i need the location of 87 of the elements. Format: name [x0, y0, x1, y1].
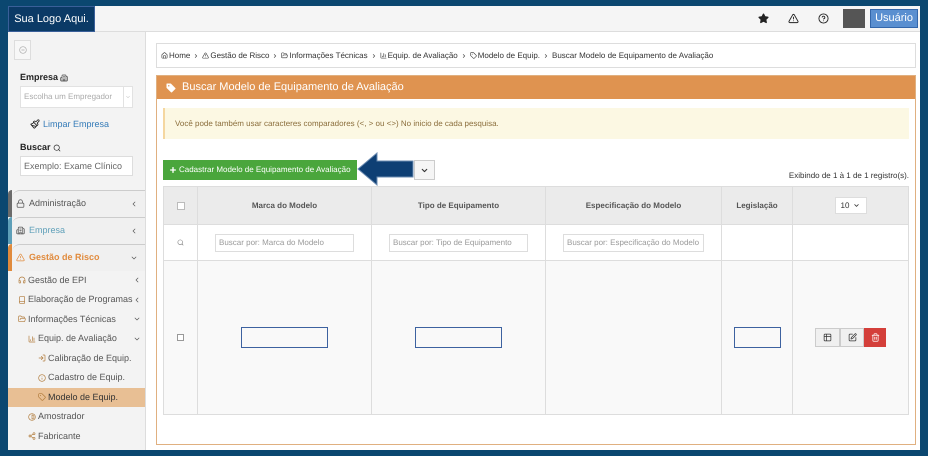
help-icon[interactable] — [818, 13, 830, 24]
menu-item-icon — [18, 276, 26, 284]
menu-item[interactable]: Gestão de EPI — [8, 270, 145, 290]
dropdown-toggle-button[interactable] — [414, 160, 435, 180]
menu-item[interactable]: Informações Técnicas — [8, 310, 145, 329]
tag-icon — [165, 82, 177, 94]
panel-title: Buscar Modelo de Equipamento de Avaliação — [182, 80, 404, 96]
breadcrumb-link[interactable]: Informações Técnicas — [289, 50, 368, 62]
edit-button[interactable] — [840, 328, 864, 347]
brush-icon — [30, 119, 40, 130]
search-icon — [177, 239, 184, 246]
menu-section-label: Administração — [29, 196, 88, 210]
select-placeholder: Escolha um Empregador — [24, 90, 114, 102]
menu-item[interactable]: Fabricante — [8, 426, 145, 446]
info-alert: Você pode também usar caracteres comparadores (<, > ou <>) No inicio de cada pesquisa. — [163, 108, 909, 139]
menu-item-icon — [28, 334, 36, 343]
records-info: Exibindo de 1 à 1 de 1 registro(s). — [788, 170, 909, 182]
menu-item-label: Equip. de Avaliação — [38, 332, 118, 345]
filter-field[interactable]: Buscar por: Marca do Modelo — [215, 234, 354, 252]
menu-item[interactable]: Calibração de Equip. — [8, 348, 145, 368]
menu-item-icon — [18, 315, 26, 324]
menu-item-label: Informações Técnicas — [28, 312, 117, 326]
avatar-photo-placeholder — [843, 9, 866, 28]
breadcrumb-link[interactable]: Modelo de Equip. — [478, 50, 540, 62]
breadcrumb-separator-icon — [370, 52, 377, 58]
trash-icon — [870, 333, 880, 342]
row-checkbox[interactable] — [177, 334, 184, 341]
page-size-select[interactable]: 10 — [834, 197, 866, 214]
arrow-annotation — [356, 152, 414, 186]
breadcrumb-separator-icon — [272, 52, 278, 58]
menu-item-icon — [28, 432, 36, 440]
breadcrumb-icon — [281, 52, 288, 59]
menu-item[interactable]: Elaboração de Programas — [8, 290, 145, 310]
menu-item-label: Fabricante — [38, 430, 82, 442]
menu-item-icon — [28, 412, 36, 421]
menu-item-label: Calibração de Equip. — [48, 352, 133, 365]
menu-item-icon — [38, 393, 46, 402]
breadcrumb-separator-icon — [543, 52, 549, 58]
menu-item[interactable]: Modelo de Equip. — [8, 388, 145, 407]
breadcrumb-link[interactable]: Equip. de Avaliação — [388, 50, 458, 62]
menu-item-icon — [38, 374, 46, 382]
menu-item-label: Modelo de Equip. — [48, 390, 120, 404]
company-label: Empresa — [20, 71, 58, 84]
collapse-icon — [18, 46, 26, 54]
breadcrumb-icon — [470, 52, 477, 59]
menu-item-label: Cadastro de Equip. — [48, 371, 126, 384]
menu-item[interactable]: Equip. de Avaliação — [8, 329, 145, 348]
logo: Sua Logo Aqui. — [8, 6, 95, 32]
star-icon[interactable] — [758, 13, 770, 24]
column-header: Tipo de Equipamento — [372, 186, 546, 224]
menu-item-icon — [38, 354, 46, 362]
filter-field[interactable]: Buscar por: Tipo de Equipamento — [389, 234, 528, 252]
plus-icon — [169, 166, 177, 174]
section-icon — [16, 226, 25, 235]
sidebar-toggle-button[interactable] — [14, 40, 31, 60]
breadcrumb-link[interactable]: Gestão de Risco — [210, 50, 270, 62]
menu-item-label: Amostrador — [38, 410, 86, 423]
breadcrumb-link[interactable]: Home — [169, 50, 190, 62]
search-icon — [52, 144, 61, 152]
building-icon — [60, 74, 68, 82]
view-button[interactable] — [815, 328, 840, 347]
search-field[interactable]: Exemplo: Exame Clínico — [20, 156, 133, 176]
breadcrumb-icon — [380, 52, 387, 59]
menu-item[interactable]: Cadastro de Equip. — [8, 368, 145, 388]
menu-item-icon — [18, 296, 26, 304]
clear-company-link[interactable]: Limpar Empresa — [43, 118, 110, 131]
breadcrumb-icon — [202, 52, 210, 59]
delete-button[interactable] — [864, 328, 886, 347]
search-label: Buscar — [20, 141, 51, 154]
warning-icon[interactable] — [788, 13, 800, 24]
menu-section-label: Gestão de Risco — [29, 250, 101, 264]
breadcrumb-icon — [161, 52, 168, 59]
breadcrumb-separator-icon — [193, 52, 200, 58]
filter-field[interactable]: Buscar por: Especificação do Modelo — [563, 234, 704, 252]
section-icon — [16, 253, 25, 262]
column-header: Marca do Modelo — [198, 186, 372, 224]
select-all-checkbox[interactable] — [176, 202, 184, 210]
section-icon — [16, 199, 25, 208]
column-header: Especificação do Modelo — [546, 186, 722, 224]
menu-item[interactable]: Amostrador — [8, 407, 145, 426]
chevron-down-icon — [853, 202, 860, 209]
edit-icon — [848, 333, 856, 342]
breadcrumb-separator-icon — [460, 52, 467, 58]
menu-section-label: Empresa — [29, 224, 66, 237]
table-icon — [823, 333, 832, 342]
menu-item-label: Gestão de EPI — [28, 274, 88, 286]
menu-item-label: Elaboração de Programas — [28, 293, 133, 306]
